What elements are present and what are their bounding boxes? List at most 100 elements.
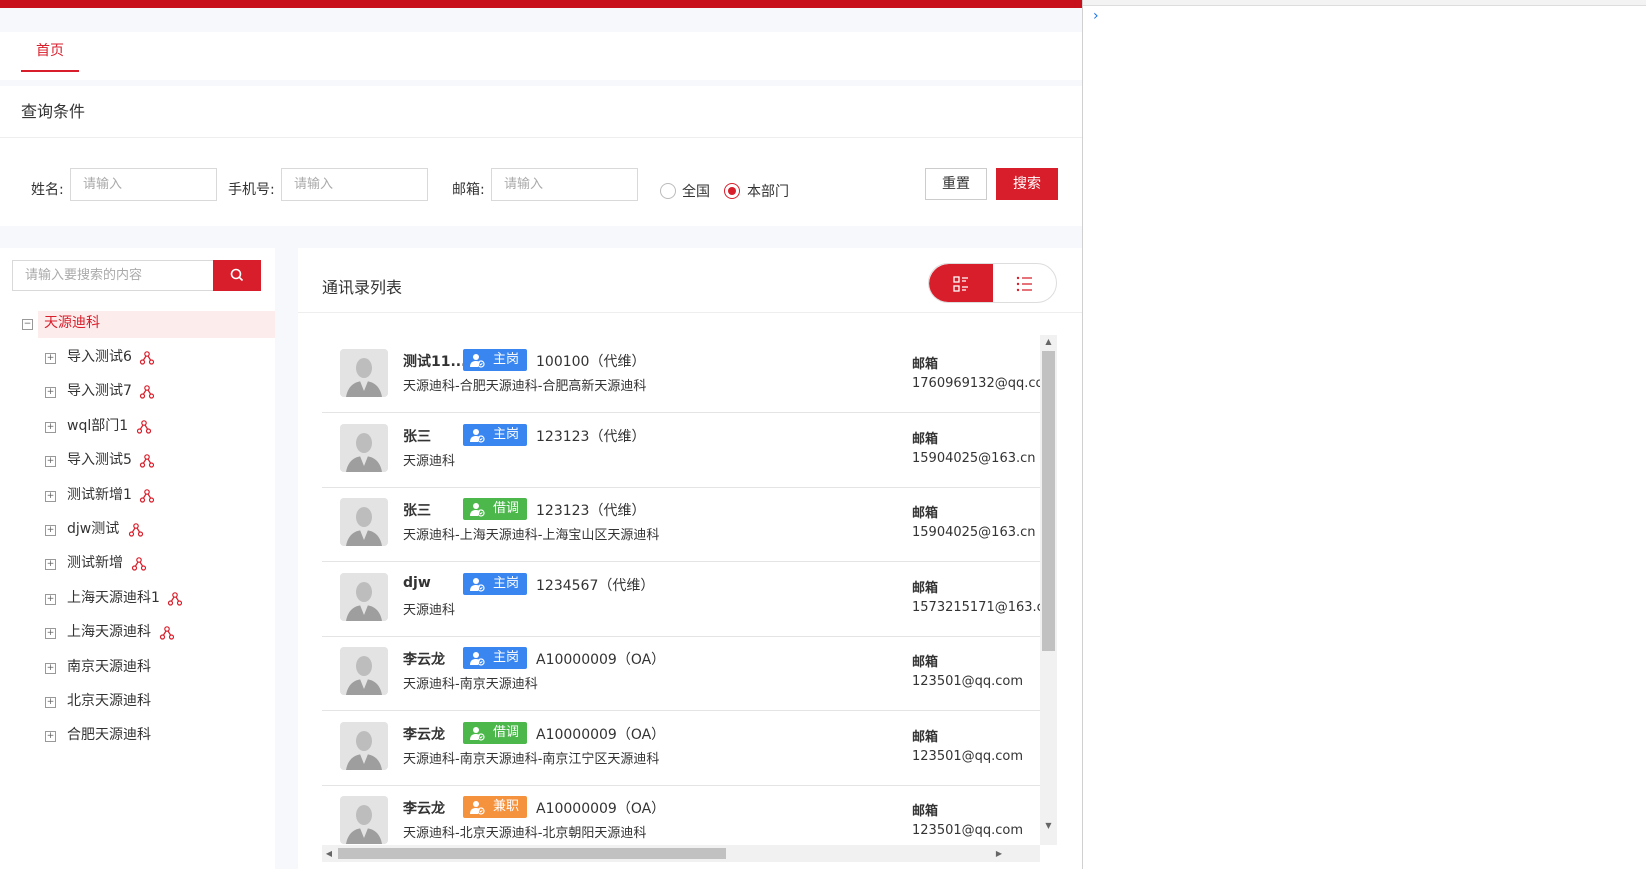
person-check-icon — [469, 650, 485, 666]
org-structure-icon[interactable] — [159, 625, 175, 641]
contact-card[interactable]: 李云龙 兼职 A10000009（OA） 天源迪科-北京天源迪科-北京朝阳天源迪科 邮箱… — [322, 782, 1040, 845]
vertical-scroll-thumb[interactable] — [1042, 351, 1055, 651]
tree-search-input[interactable]: 请输入要搜索的内容 — [12, 260, 214, 291]
contact-org-path: 天源迪科-北京天源迪科-北京朝阳天源迪科 — [403, 826, 647, 841]
card-view-button[interactable] — [929, 264, 993, 302]
org-structure-icon[interactable] — [139, 453, 155, 469]
vertical-scrollbar[interactable]: ▲ ▼ — [1040, 335, 1057, 845]
contact-card[interactable]: 李云龙 借调 A10000009（OA） 天源迪科-南京天源迪科-南京江宁区天源迪科 邮… — [322, 708, 1040, 786]
radio-dept[interactable] — [724, 183, 740, 199]
list-view-button[interactable] — [993, 264, 1056, 302]
scroll-right-icon[interactable]: ▶ — [992, 845, 1006, 862]
contact-org-path: 天源迪科-上海天源迪科-上海宝山区天源迪科 — [403, 528, 660, 543]
expand-icon[interactable]: + — [45, 697, 56, 708]
radio-dept-label[interactable]: 本部门 — [747, 181, 789, 201]
person-check-icon — [469, 501, 485, 517]
scroll-up-icon[interactable]: ▲ — [1040, 335, 1057, 349]
email-heading: 邮箱 — [912, 804, 939, 819]
org-structure-icon[interactable] — [167, 591, 183, 607]
tab-home[interactable]: 首页 — [21, 32, 79, 72]
expand-icon[interactable]: + — [45, 456, 56, 468]
expand-icon[interactable]: + — [45, 387, 56, 399]
expand-icon[interactable]: + — [45, 490, 56, 502]
tree-item-label[interactable]: 测试新增1 — [67, 484, 132, 504]
position-badge: 主岗 — [463, 647, 527, 669]
contact-code: A10000009（OA） — [536, 801, 666, 817]
search-icon — [230, 268, 244, 282]
email-input[interactable]: 请输入 — [491, 168, 638, 201]
org-structure-icon[interactable] — [139, 350, 155, 366]
contact-org-path: 天源迪科-南京天源迪科-南京江宁区天源迪科 — [403, 751, 660, 767]
list-divider — [298, 312, 1082, 313]
tree-item-label[interactable]: 合肥天源迪科 — [67, 724, 151, 744]
radio-all[interactable] — [660, 183, 676, 199]
contact-name: 张三 — [403, 503, 431, 519]
position-badge-label: 兼职 — [493, 799, 520, 814]
scroll-down-icon[interactable]: ▼ — [1040, 819, 1057, 833]
contact-card[interactable]: 李云龙 主岗 A10000009（OA） 天源迪科-南京天源迪科 邮箱 123501@qq… — [322, 633, 1040, 711]
tree-search-button[interactable] — [213, 260, 261, 291]
email-heading: 邮箱 — [912, 655, 939, 670]
org-structure-icon[interactable] — [131, 556, 147, 572]
tree-item-label[interactable]: 上海天源迪科1 — [67, 587, 160, 607]
expand-icon[interactable]: + — [45, 731, 56, 743]
tree-item-label[interactable]: djw测试 — [67, 518, 119, 538]
position-badge: 主岗 — [463, 349, 527, 371]
org-structure-icon[interactable] — [136, 419, 152, 435]
org-structure-icon[interactable] — [139, 384, 155, 400]
reset-button[interactable]: 重置 — [925, 168, 987, 200]
tree-item-label[interactable]: 南京天源迪科 — [67, 656, 151, 676]
radio-all-label[interactable]: 全国 — [682, 181, 710, 201]
org-structure-icon[interactable] — [139, 488, 155, 504]
tree-item-label[interactable]: 导入测试6 — [67, 346, 132, 366]
list-view-icon — [1016, 276, 1032, 292]
name-input[interactable]: 请输入 — [70, 168, 217, 201]
tree-item-label[interactable]: 导入测试5 — [67, 449, 132, 469]
contact-card[interactable]: djw 主岗 1234567（代维） 天源迪科 邮箱 1573215171@163.com — [322, 559, 1040, 637]
contact-email: 123501@qq.com — [912, 674, 1024, 689]
collapse-icon[interactable]: − — [22, 319, 33, 330]
expand-icon[interactable]: + — [45, 525, 56, 536]
contact-code: 123123（代维） — [536, 503, 646, 519]
org-structure-icon[interactable] — [128, 522, 144, 538]
person-check-icon — [469, 427, 485, 443]
contact-card[interactable]: 张三 主岗 123123（代维） 天源迪科 邮箱 15904025@163.cn — [322, 410, 1040, 488]
position-badge: 兼职 — [463, 796, 527, 818]
tree-item-label[interactable]: 测试新增 — [67, 552, 123, 572]
tree-item-label[interactable]: 导入测试7 — [67, 380, 132, 400]
person-check-icon — [469, 799, 485, 815]
position-badge: 借调 — [463, 498, 527, 520]
tree-item-label[interactable]: 上海天源迪科 — [67, 621, 151, 641]
avatar — [340, 423, 388, 472]
contact-card[interactable]: 张三 借调 123123（代维） 天源迪科-上海天源迪科-上海宝山区天源迪科 邮箱 159… — [322, 484, 1040, 562]
expand-icon[interactable]: + — [45, 353, 56, 364]
console-prompt[interactable]: › — [1093, 8, 1099, 24]
contact-email: 1573215171@163.com — [912, 599, 1040, 615]
horizontal-scroll-thumb[interactable] — [338, 848, 726, 859]
contact-card[interactable]: 测试11... 主岗 100100（代维） 天源迪科-合肥天源迪科-合肥高新天源迪科 邮… — [322, 335, 1040, 413]
search-button[interactable]: 搜索 — [996, 168, 1058, 200]
contact-name: 测试11... — [403, 354, 467, 370]
expand-icon[interactable]: + — [45, 662, 56, 674]
expand-icon[interactable]: + — [45, 628, 56, 640]
devtools-panel: › — [1082, 0, 1646, 869]
email-heading: 邮箱 — [912, 431, 939, 447]
query-title: 查询条件 — [0, 86, 1082, 138]
name-label: 姓名: — [31, 182, 64, 198]
contact-email: 123501@qq.com — [912, 748, 1024, 764]
expand-icon[interactable]: + — [45, 593, 56, 605]
phone-input[interactable]: 请输入 — [281, 168, 428, 201]
contact-email: 123501@qq.com — [912, 823, 1024, 838]
horizontal-scrollbar[interactable]: ◀ ▶ — [322, 845, 1040, 862]
contact-name: 李云龙 — [403, 726, 445, 743]
contact-org-path: 天源迪科 — [403, 602, 456, 618]
tree-item-label[interactable]: 北京天源迪科 — [67, 690, 151, 710]
expand-icon[interactable]: + — [45, 421, 56, 433]
card-list: 测试11... 主岗 100100（代维） 天源迪科-合肥天源迪科-合肥高新天源迪科邮… — [322, 335, 1040, 845]
scroll-left-icon[interactable]: ◀ — [322, 845, 336, 862]
tree-root-label[interactable]: 天源迪科 — [44, 312, 100, 332]
avatar — [340, 498, 388, 546]
tree-item-label[interactable]: wql部门1 — [67, 415, 128, 435]
position-badge: 主岗 — [463, 572, 527, 595]
expand-icon[interactable]: + — [45, 559, 56, 571]
